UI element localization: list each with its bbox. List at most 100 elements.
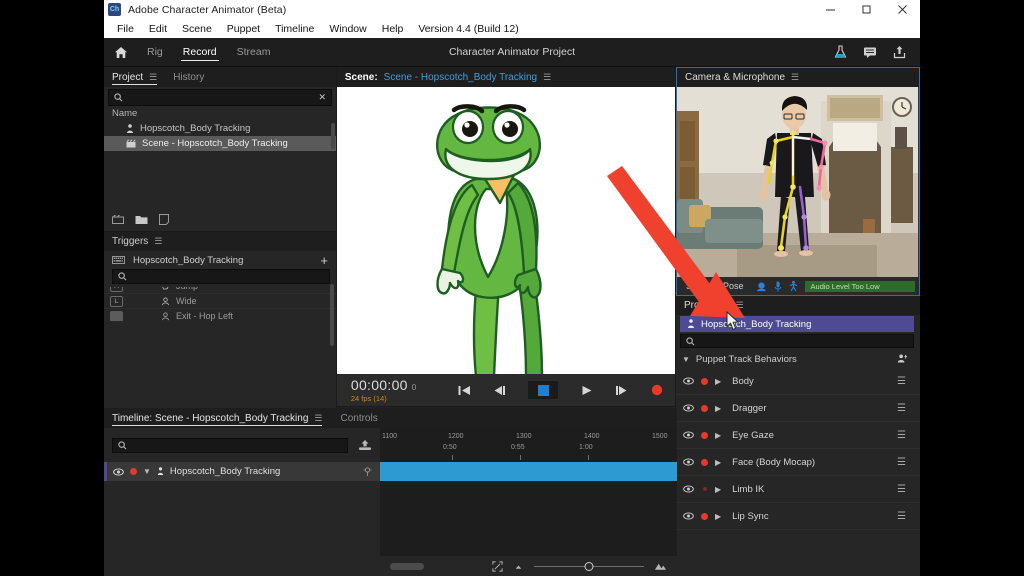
arm-record-dot[interactable] [701, 377, 708, 385]
triggers-search-input[interactable] [132, 271, 324, 282]
arm-record-dot[interactable] [701, 431, 708, 439]
close-button[interactable] [884, 0, 920, 19]
arm-record-dot[interactable] [701, 512, 708, 520]
chevron-right-icon[interactable]: ▶ [715, 377, 721, 386]
menu-scene[interactable]: Scene [175, 21, 219, 37]
triggers-panel-tab[interactable]: Triggers ☰ [104, 232, 336, 251]
tab-timeline[interactable]: Timeline: Scene - Hopscotch_Body Trackin… [112, 408, 323, 428]
chevron-right-icon[interactable]: ▶ [715, 404, 721, 413]
microphone-icon[interactable] [774, 280, 782, 292]
chevron-right-icon[interactable]: ▶ [715, 485, 721, 494]
behavior-menu-icon[interactable]: ☰ [897, 457, 920, 468]
timeline-horizontal-scrollbar[interactable] [390, 562, 424, 570]
tab-rig[interactable]: Rig [146, 38, 164, 66]
timeline-ruler[interactable]: frames m:ss 1100 1200 1300 1400 1500 0:5… [380, 428, 677, 462]
behavior-menu-icon[interactable]: ☰ [897, 484, 920, 495]
selected-puppet-header[interactable]: Hopscotch_Body Tracking [680, 316, 914, 332]
chevron-right-icon[interactable]: ▶ [715, 512, 721, 521]
properties-search-input[interactable] [700, 336, 908, 346]
eye-visibility-icon[interactable] [683, 377, 694, 385]
play-button[interactable] [580, 384, 593, 397]
chevron-right-icon[interactable]: ▶ [715, 458, 721, 467]
tab-stream[interactable]: Stream [236, 38, 272, 66]
behavior-menu-icon[interactable]: ☰ [897, 403, 920, 414]
current-time[interactable]: 00:00:00 [351, 378, 408, 392]
add-behavior-icon[interactable] [897, 354, 920, 364]
scene-canvas[interactable] [336, 87, 676, 374]
arm-record-dot[interactable] [702, 487, 707, 491]
behavior-menu-icon[interactable]: ☰ [897, 430, 920, 441]
large-thumbnail-icon[interactable] [654, 562, 667, 571]
properties-panel-tab[interactable]: Properties ☰ [676, 296, 920, 315]
new-item-icon[interactable] [159, 213, 169, 225]
go-to-start-button[interactable] [458, 384, 471, 397]
triggers-scrollbar[interactable] [330, 284, 334, 346]
frog-puppet[interactable] [337, 93, 675, 374]
zoom-slider-knob[interactable] [584, 561, 594, 571]
clear-search-icon[interactable]: ✕ [318, 92, 326, 103]
timeline-track-area[interactable] [380, 462, 677, 556]
menu-file[interactable]: File [110, 21, 141, 37]
eye-visibility-icon[interactable] [113, 468, 124, 476]
behavior-row[interactable]: ▶ Limb IK ☰ [676, 476, 920, 503]
panel-menu-icon[interactable]: ☰ [791, 72, 799, 83]
camera-icon[interactable] [756, 281, 767, 292]
trigger-row[interactable]: L Wide [104, 294, 336, 309]
comment-icon[interactable] [863, 46, 877, 59]
share-icon[interactable] [893, 45, 906, 59]
eye-visibility-icon[interactable] [683, 512, 694, 520]
tab-record[interactable]: Record [180, 38, 219, 66]
arm-record-dot[interactable] [701, 458, 708, 466]
chevron-down-icon[interactable]: ▼ [682, 355, 690, 364]
behavior-row[interactable]: ▶ Body ☰ [676, 368, 920, 395]
keyboard-icon[interactable] [112, 256, 125, 264]
tab-project[interactable]: Project ☰ [112, 67, 158, 87]
behavior-menu-icon[interactable]: ☰ [897, 376, 920, 387]
snapshot-icon[interactable] [358, 439, 372, 451]
add-trigger-button[interactable]: + [320, 254, 330, 267]
project-search-input[interactable] [128, 92, 319, 103]
pin-icon[interactable] [363, 466, 380, 477]
behavior-row[interactable]: ▶ Lip Sync ☰ [676, 503, 920, 530]
eye-visibility-icon[interactable] [683, 485, 694, 493]
chevron-down-icon[interactable]: ▼ [143, 467, 151, 476]
tab-controls[interactable]: Controls [340, 408, 377, 428]
behavior-row[interactable]: ▶ Face (Body Mocap) ☰ [676, 449, 920, 476]
timeline-search[interactable] [112, 437, 348, 453]
eye-visibility-icon[interactable] [683, 458, 694, 466]
step-back-button[interactable] [493, 384, 506, 397]
small-thumbnail-icon[interactable] [513, 562, 524, 570]
scene-panel-tab[interactable]: Scene: Scene - Hopscotch_Body Tracking ☰ [336, 67, 676, 87]
panel-menu-icon[interactable]: ☰ [736, 300, 744, 311]
menu-help[interactable]: Help [375, 21, 411, 37]
menu-window[interactable]: Window [322, 21, 373, 37]
panel-menu-icon[interactable]: ☰ [314, 413, 322, 424]
project-scrollbar[interactable] [331, 123, 335, 149]
camera-preview[interactable] [677, 87, 919, 277]
body-tracker-icon[interactable] [789, 280, 798, 292]
step-forward-button[interactable] [615, 384, 628, 397]
panel-menu-icon[interactable]: ☰ [149, 72, 157, 83]
camera-panel-tab[interactable]: Camera & Microphone ☰ [677, 68, 919, 87]
project-item-scene[interactable]: Scene - Hopscotch_Body Tracking [104, 136, 336, 151]
behaviors-group-header[interactable]: ▼ Puppet Track Behaviors [676, 350, 920, 368]
menu-timeline[interactable]: Timeline [268, 21, 321, 37]
arm-record-dot[interactable] [701, 404, 708, 412]
set-rest-pose-button[interactable]: Set Rest Pose [681, 280, 749, 292]
trigger-key[interactable]: A [110, 287, 123, 292]
timeline-search-input[interactable] [132, 440, 342, 450]
home-icon[interactable] [104, 46, 138, 59]
trigger-key[interactable] [110, 310, 123, 321]
eye-visibility-icon[interactable] [683, 404, 694, 412]
timeline-track-row[interactable]: ▼ Hopscotch_Body Tracking [104, 462, 380, 481]
fit-zoom-icon[interactable] [492, 560, 503, 572]
triggers-search[interactable] [112, 269, 330, 284]
arm-record-dot[interactable] [130, 468, 137, 475]
timeline-zoom-slider[interactable] [534, 561, 644, 571]
stop-button[interactable] [528, 381, 559, 399]
maximize-button[interactable] [848, 0, 884, 19]
trigger-row[interactable]: A Jump [104, 287, 336, 294]
lab-beaker-icon[interactable] [834, 45, 847, 59]
tab-history[interactable]: History [173, 67, 204, 87]
eye-visibility-icon[interactable] [683, 431, 694, 439]
